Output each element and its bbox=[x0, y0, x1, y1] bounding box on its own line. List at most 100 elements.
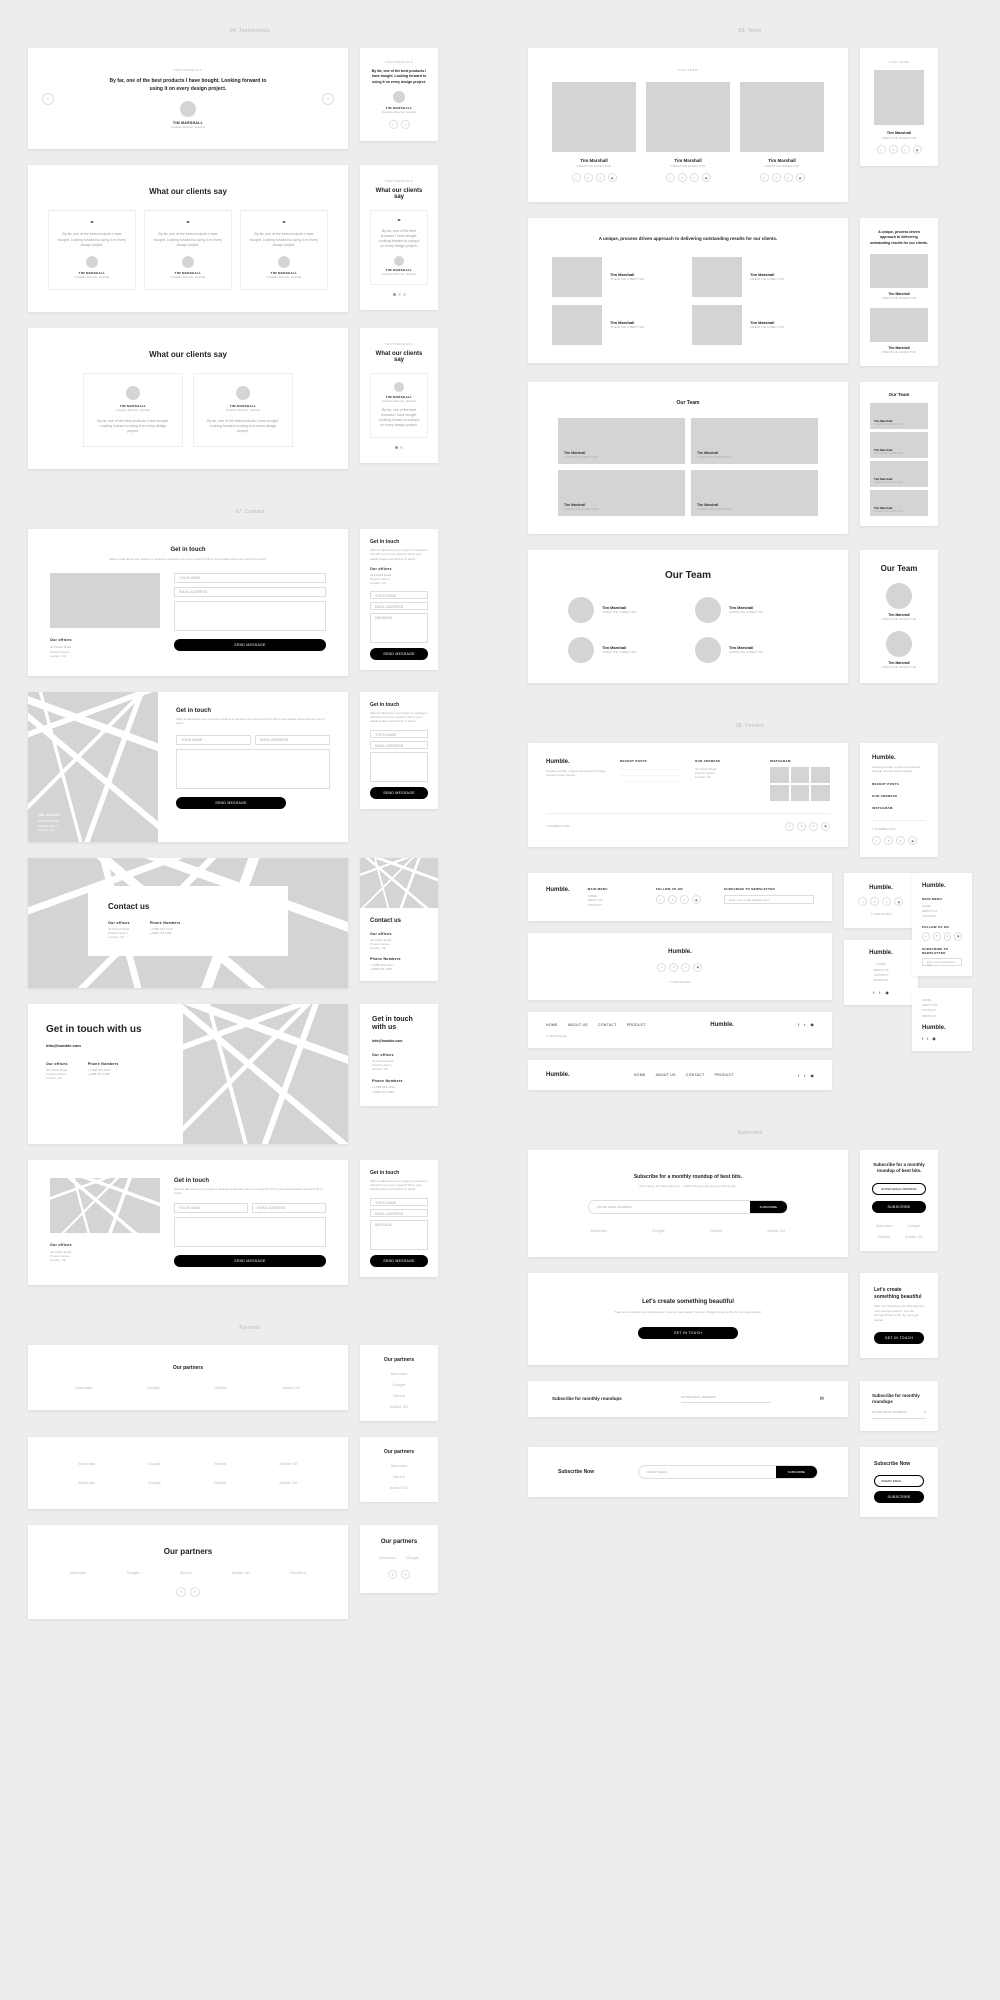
partners-3-mobile[interactable]: Our partners Macrotax Google ‹ › bbox=[360, 1525, 438, 1593]
contact-map-overlay-desktop[interactable]: Contact us Our offices 42 Oxford Road Pr… bbox=[28, 858, 348, 988]
subscribe-logos-mobile[interactable]: Subscribe for a monthly roundup of best … bbox=[860, 1150, 938, 1251]
message-input[interactable] bbox=[370, 752, 428, 782]
partners-3-desktop[interactable]: Our partners Macrotax Google Sketch Adob… bbox=[28, 1525, 348, 1619]
contact-split-mobile[interactable]: Get in touch with us info@humble.com Our… bbox=[360, 1004, 438, 1106]
ig-thumb[interactable] bbox=[791, 785, 810, 801]
email-input[interactable]: INSERT EMAIL bbox=[874, 1475, 924, 1487]
testimonial-cards2-mobile[interactable]: TESTIMONIALS What our clients say TIM MA… bbox=[360, 328, 438, 462]
ig-thumb[interactable] bbox=[811, 785, 830, 801]
team-tiles-desktop[interactable]: Our Team Tim MarshallCREATIVE DIRECTOR T… bbox=[528, 382, 848, 534]
social-icons[interactable]: ft◉ bbox=[798, 1022, 814, 1027]
subscribe-button[interactable]: SUBSCRIBE bbox=[776, 1466, 817, 1478]
email-input[interactable]: ENTER EMAIL ADDRESS bbox=[589, 1201, 750, 1213]
name-input[interactable]: YOUR NAME bbox=[174, 573, 326, 583]
message-input[interactable]: MESSAGE bbox=[370, 613, 428, 643]
contact-form-image-desktop[interactable]: Get in touch Want to talk about your pro… bbox=[28, 529, 348, 676]
email-input[interactable]: EMAIL ADDRESS bbox=[370, 602, 428, 610]
name-input[interactable]: YOUR NAME bbox=[176, 735, 251, 745]
team-circles-desktop[interactable]: Our Team Tim MarshallCREATIVE DIRECTOR T… bbox=[528, 550, 848, 683]
social-icons[interactable]: ⌕ft◉ bbox=[656, 895, 706, 904]
chevron-left-icon[interactable]: ‹ bbox=[42, 93, 54, 105]
tile[interactable]: Tim MarshallCREATIVE DIRECTOR bbox=[870, 461, 928, 487]
email-input[interactable]: Enter your email address here bbox=[922, 958, 962, 966]
footer-nav-desktop[interactable]: HOME ABOUT US CONTACT PRODUCT Humble. ft… bbox=[528, 1012, 832, 1048]
footer-centered-desktop[interactable]: Humble. ⌕ft◉ © 2019 Humble bbox=[528, 933, 832, 1000]
tile[interactable]: Tim MarshallCREATIVE DIRECTOR bbox=[691, 418, 818, 464]
cta-desktop[interactable]: Let's create something beautiful Take ou… bbox=[528, 1273, 848, 1365]
ig-thumb[interactable] bbox=[791, 767, 810, 783]
contact-map-left-mobile[interactable]: Get in touch Want to talk about your pro… bbox=[360, 692, 438, 809]
tile[interactable]: Tim MarshallCREATIVE DIRECTOR bbox=[691, 470, 818, 516]
cta-button[interactable]: GET IN TOUCH bbox=[638, 1327, 738, 1339]
footer-nav2-desktop[interactable]: Humble. HOME ABOUT US CONTACT PRODUCT ft… bbox=[528, 1060, 832, 1090]
subscribe-now-desktop[interactable]: Subscribe Now INSERT EMAIL SUBSCRIBE bbox=[528, 1447, 848, 1497]
subscribe-inline-mobile[interactable]: Subscribe for monthly roundups ENTER EMA… bbox=[860, 1381, 938, 1431]
chevron-right-icon[interactable]: › bbox=[401, 1570, 410, 1579]
testimonial-cards3-desktop[interactable]: What our clients say " By far, one of th… bbox=[28, 165, 348, 312]
team-grid4-mobile[interactable]: A unique, process driven approach to del… bbox=[860, 218, 938, 366]
email-input[interactable]: Enter your email address here bbox=[724, 895, 814, 904]
contact-form-map-mobile[interactable]: Get in touch Want to talk about your pro… bbox=[360, 1160, 438, 1277]
tile[interactable]: Tim MarshallCREATIVE DIRECTOR bbox=[558, 470, 685, 516]
social-icons[interactable]: ⌕ft◉ bbox=[544, 963, 816, 972]
email-input[interactable]: INSERT EMAIL bbox=[639, 1466, 776, 1478]
email-input[interactable]: EMAIL ADDRESS bbox=[174, 587, 326, 597]
email-input[interactable]: EMAIL ADDRESS bbox=[370, 1209, 428, 1217]
email-input[interactable]: EMAIL ADDRESS bbox=[252, 1203, 326, 1213]
footer-menu-mobile[interactable]: Humble. MAIN MENU HOME ABOUT US CONTACT … bbox=[912, 873, 972, 975]
partners-2-desktop[interactable]: Macrotax Google Sketch Adobe XD Macrotax… bbox=[28, 1437, 348, 1509]
email-input[interactable]: EMAIL ADDRESS bbox=[255, 735, 330, 745]
partners-2-mobile[interactable]: Our partners Macrotax Sketch Adobe XD bbox=[360, 1437, 438, 1502]
ig-thumb[interactable] bbox=[811, 767, 830, 783]
social-icons[interactable]: ⌕ft◉ bbox=[785, 822, 830, 831]
chevron-left-icon[interactable]: ‹ bbox=[389, 120, 398, 129]
partners-1-mobile[interactable]: Our partners Macrotax Google Sketch Adob… bbox=[360, 1345, 438, 1421]
testimonial-cards2-desktop[interactable]: What our clients say TIM MARSHALL Creati… bbox=[28, 328, 348, 469]
social-icons[interactable]: ⌕ft◉ bbox=[872, 836, 926, 845]
send-button[interactable]: SEND MESSAGE bbox=[174, 1255, 326, 1267]
team-circles-mobile[interactable]: Our Team Tim Marshall CREATIVE DIRECTOR … bbox=[860, 550, 938, 683]
social-icons[interactable]: ⌕ft◉ bbox=[922, 932, 962, 941]
chevron-right-icon[interactable]: › bbox=[401, 120, 410, 129]
subscribe-now-mobile[interactable]: Subscribe Now INSERT EMAIL SUBSCRIBE bbox=[860, 1447, 938, 1517]
contact-split-desktop[interactable]: Get in touch with us info@humble.com Our… bbox=[28, 1004, 348, 1144]
testimonial-cards3-mobile[interactable]: TESTIMONIALS What our clients say " By f… bbox=[360, 165, 438, 309]
send-button[interactable]: SEND MESSAGE bbox=[174, 639, 326, 651]
name-input[interactable]: YOUR NAME bbox=[370, 591, 428, 599]
contact-map-overlay-mobile[interactable]: Contact us Our offices 42 Oxford Road Pr… bbox=[360, 858, 438, 981]
social-icons[interactable]: ⌕ft◉ bbox=[552, 173, 636, 182]
footer-nav2-mobile[interactable]: HOME ABOUT US CONTACT PRODUCT Humble. ft… bbox=[912, 988, 972, 1052]
social-icons[interactable]: ⌕ft◉ bbox=[740, 173, 824, 182]
contact-form-image-mobile[interactable]: Get in touch Want to talk about your pro… bbox=[360, 529, 438, 670]
team-3cards-desktop[interactable]: OUR TEAM Tim Marshall CREATIVE DIRECTOR … bbox=[528, 48, 848, 202]
message-input[interactable]: MESSAGE bbox=[370, 1220, 428, 1250]
carousel-dots[interactable] bbox=[370, 446, 428, 449]
send-button[interactable]: SEND MESSAGE bbox=[370, 787, 428, 799]
footer-menu-desktop[interactable]: Humble. MAIN MENU HOME ABOUT US CONTACT … bbox=[528, 873, 832, 921]
contact-map-left-desktop[interactable]: Our offices 42 Oxford Road Preston Green… bbox=[28, 692, 348, 842]
message-input[interactable] bbox=[174, 601, 326, 631]
subscribe-inline-desktop[interactable]: Subscribe for monthly roundups ENTER EMA… bbox=[528, 1381, 848, 1417]
cta-mobile[interactable]: Let's create something beautiful Take ou… bbox=[860, 1273, 938, 1358]
social-icons[interactable]: ⌕ft◉ bbox=[874, 145, 924, 154]
subscribe-button[interactable]: SUBSCRIBE bbox=[750, 1201, 787, 1213]
message-input[interactable] bbox=[174, 1217, 326, 1247]
social-icons[interactable]: ⌕ft◉ bbox=[856, 897, 906, 906]
chevron-right-icon[interactable]: › bbox=[190, 1587, 200, 1597]
team-tiles-mobile[interactable]: Our Team Tim MarshallCREATIVE DIRECTOR T… bbox=[860, 382, 938, 526]
send-button[interactable]: SEND MESSAGE bbox=[370, 648, 428, 660]
cta-button[interactable]: GET IN TOUCH bbox=[874, 1332, 924, 1344]
chevron-left-icon[interactable]: ‹ bbox=[176, 1587, 186, 1597]
name-input[interactable]: YOUR NAME bbox=[174, 1203, 248, 1213]
social-icons[interactable]: ⌕ft◉ bbox=[646, 173, 730, 182]
subscribe-button[interactable]: SUBSCRIBE bbox=[872, 1201, 926, 1213]
email-input[interactable]: EMAIL ADDRESS bbox=[370, 741, 428, 749]
partners-1-desktop[interactable]: Our partners Macrotax Google Sketch Adob… bbox=[28, 1345, 348, 1410]
testimonial-centered-desktop[interactable]: TESTIMONIALS By far, one of the best pro… bbox=[28, 48, 348, 149]
email-input[interactable]: ENTER EMAIL ADDRESS bbox=[681, 1395, 771, 1403]
send-arrow-icon[interactable]: ✉ bbox=[923, 1410, 926, 1414]
team-grid4-desktop[interactable]: A unique, process driven approach to del… bbox=[528, 218, 848, 363]
message-input[interactable] bbox=[176, 749, 330, 789]
footer-4col-mobile[interactable]: Humble. Creating simple, unique experien… bbox=[860, 743, 938, 857]
carousel-dots[interactable] bbox=[370, 293, 428, 296]
